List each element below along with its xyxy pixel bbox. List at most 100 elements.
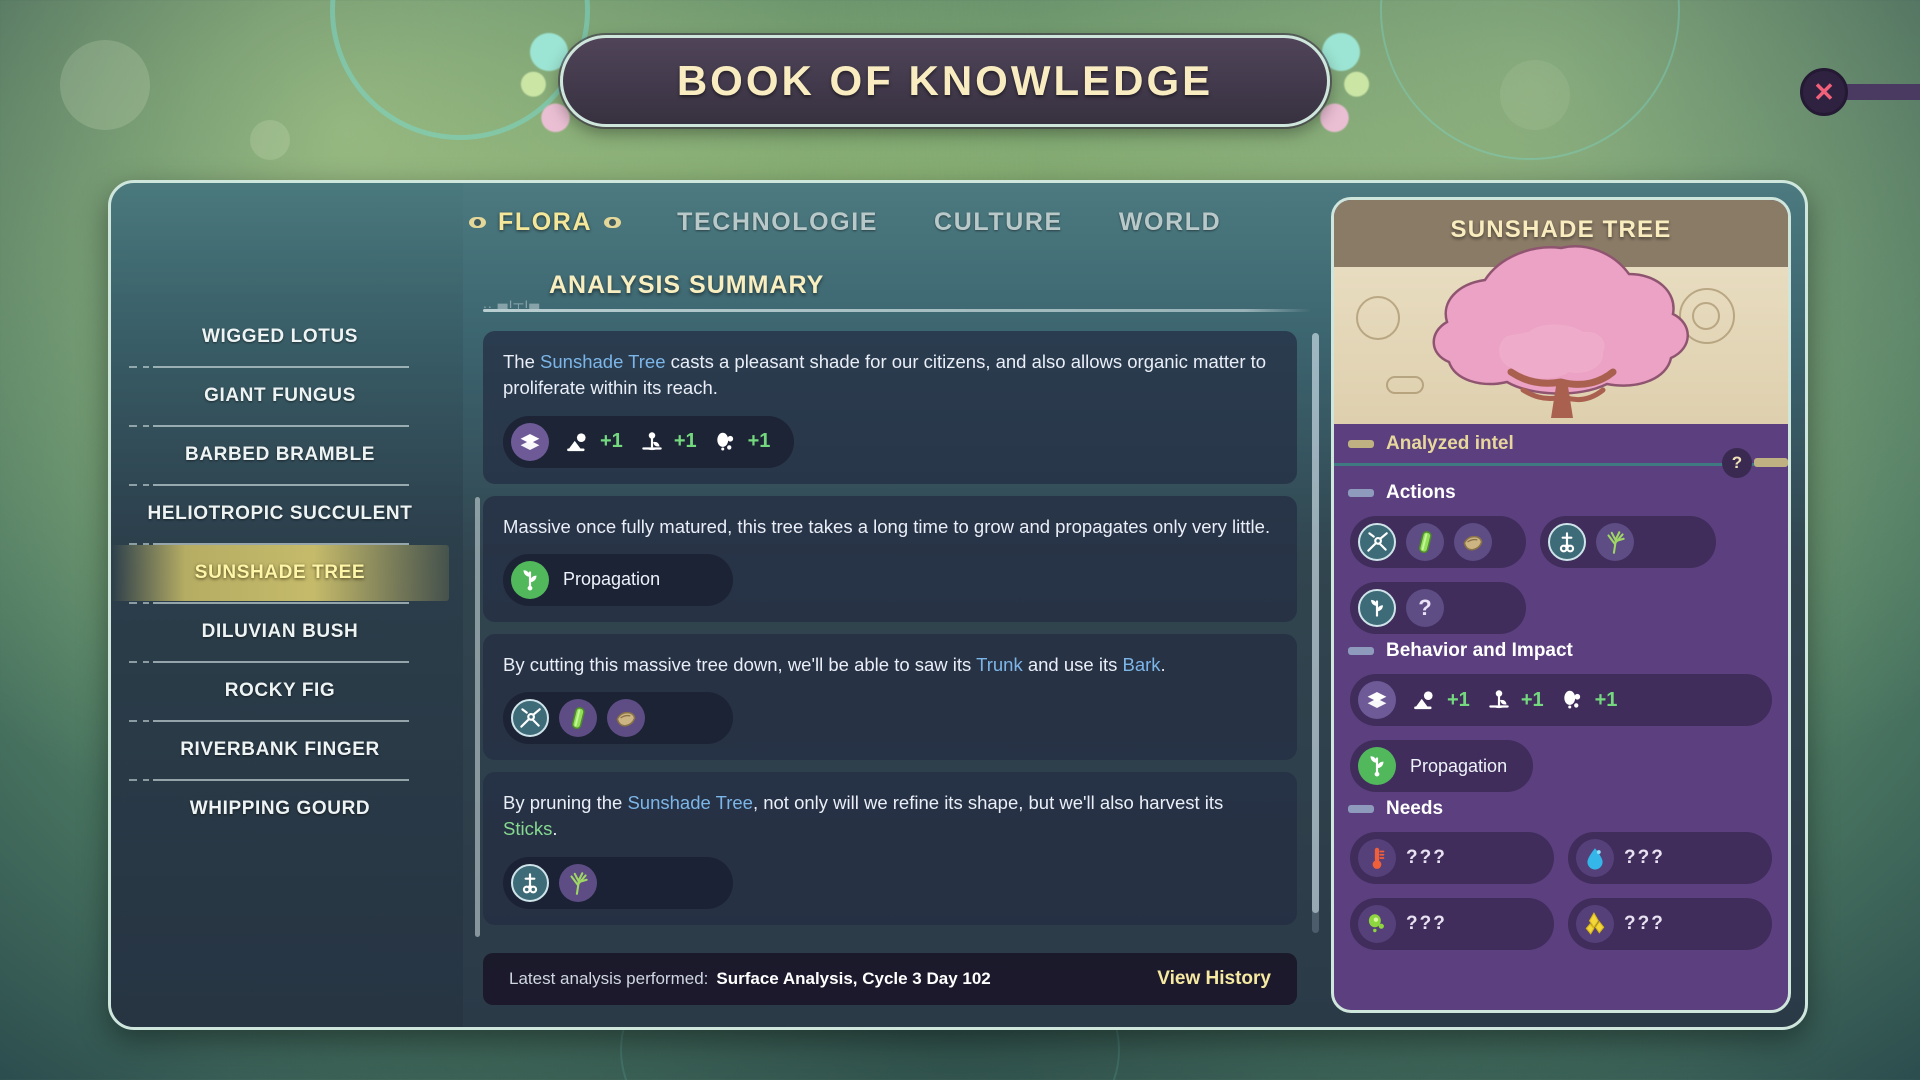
bg-blob <box>1500 60 1570 130</box>
shade-diamond-icon <box>1358 681 1396 719</box>
propagation-icon <box>1358 747 1396 785</box>
analysis-card: The Sunshade Tree casts a pleasant shade… <box>483 331 1297 484</box>
parchment-doodle <box>1356 296 1400 340</box>
panel-header: ANALYSIS SUMMARY .. ▄ı┬ı▄ <box>463 261 1331 317</box>
stat-comfort-icon: +1 <box>1406 681 1470 719</box>
sidebar-item-riverbank-finger[interactable]: RIVERBANK FINGER <box>111 722 449 778</box>
stat-microbe-icon: +1 <box>1554 681 1618 719</box>
sidebar-item-wigged-lotus[interactable]: WIGGED LOTUS <box>111 309 449 365</box>
card-text: By cutting this massive tree down, we'll… <box>503 653 1166 675</box>
close-x-icon[interactable]: ✕ <box>1800 68 1848 116</box>
impact-rows: +1 +1 +1 Propagation <box>1334 662 1788 792</box>
section-header: Needs <box>1334 798 1788 820</box>
section-dash <box>1348 489 1374 497</box>
close-tail-bar <box>1840 84 1920 100</box>
sidebar-item-label: GIANT FUNGUS <box>204 385 356 406</box>
stat-microbe-icon: +1 <box>707 423 771 461</box>
microbe-icon <box>707 423 745 461</box>
sidebar-item-diluvian-bush[interactable]: DILUVIAN BUSH <box>111 604 449 660</box>
scrollbar-thumb[interactable] <box>1312 333 1319 913</box>
analysis-card: By cutting this massive tree down, we'll… <box>483 633 1297 761</box>
water-icon <box>1576 839 1614 877</box>
footer-value: Surface Analysis, Cycle 3 Day 102 <box>716 969 991 988</box>
section-behavior-and-impact: Behavior and Impact +1 +1 +1 Propagation <box>1334 640 1788 792</box>
card-chip-row <box>503 856 733 909</box>
tab-technologie[interactable]: TECHNOLOGIE <box>677 208 878 237</box>
tab-culture[interactable]: CULTURE <box>934 208 1063 237</box>
stat-value: +1 <box>1594 688 1618 711</box>
header-divider <box>483 309 1311 312</box>
nav-tabs: FLORA TECHNOLOGIE CULTURE WORLD <box>463 183 1331 261</box>
propagation-sprout-icon <box>1358 589 1396 627</box>
prune-scissors-icon <box>1548 523 1586 561</box>
prune-scissors-icon <box>511 863 549 902</box>
stat-value: +1 <box>673 430 697 453</box>
tab-flora[interactable]: FLORA <box>469 208 622 237</box>
card-text: The Sunshade Tree casts a pleasant shade… <box>503 351 1267 399</box>
stat-organic-growth-icon: +1 <box>633 423 697 461</box>
help-question-icon[interactable]: ? <box>1722 448 1752 478</box>
sidebar-item-sunshade-tree[interactable]: SUNSHADE TREE <box>111 545 449 601</box>
section-title: Needs <box>1386 798 1444 819</box>
need-value: ??? <box>1624 913 1665 934</box>
impact-pill: +1 +1 +1 <box>1350 674 1772 726</box>
sticks-icon <box>559 863 597 902</box>
tab-world[interactable]: WORLD <box>1119 208 1221 237</box>
sidebar-list: WIGGED LOTUS GIANT FUNGUS BARBED BRAMBLE HE… <box>111 309 449 837</box>
book-window: WIGGED LOTUS GIANT FUNGUS BARBED BRAMBLE HE… <box>108 180 1808 1030</box>
need-pill: ??? <box>1568 898 1772 950</box>
sidebar-item-rocky-fig[interactable]: ROCKY FIG <box>111 663 449 719</box>
bark-icon <box>607 699 645 738</box>
comfort-icon <box>559 423 597 461</box>
action-pill[interactable] <box>1350 516 1526 568</box>
species-name: SUNSHADE TREE <box>1450 216 1672 243</box>
organic-matter-icon <box>1358 905 1396 943</box>
need-pill: ??? <box>1350 898 1554 950</box>
sidebar-item-barbed-bramble[interactable]: BARBED BRAMBLE <box>111 427 449 483</box>
bark-icon <box>1454 523 1492 561</box>
card-chip-row <box>503 692 733 745</box>
action-pill[interactable]: ? <box>1350 582 1526 634</box>
sidebar-item-label: BARBED BRAMBLE <box>185 444 375 465</box>
detail-panel: SUNSHADE TREE Analyzed intel ? Actions? B… <box>1331 197 1791 1013</box>
cut-down-icon <box>1358 523 1396 561</box>
bg-blob <box>60 40 150 130</box>
sidebar-item-label: HELIOTROPIC SUCCULENT <box>147 503 413 524</box>
stat-value: +1 <box>747 430 771 453</box>
eye-icon <box>604 214 622 231</box>
eye-icon <box>469 214 486 231</box>
sidebar-item-label: RIVERBANK FINGER <box>180 739 380 760</box>
organic-growth-icon <box>1480 681 1518 719</box>
title-banner: BOOK OF KNOWLEDGE <box>497 17 1393 157</box>
scrolled-content-sliver: .. ▄ı┬ı▄ <box>483 295 541 309</box>
sidebar-item-whipping-gourd[interactable]: WHIPPING GOURD <box>111 781 449 837</box>
sidebar-item-label: WIGGED LOTUS <box>201 326 359 347</box>
analysis-cards: The Sunshade Tree casts a pleasant shade… <box>463 317 1331 953</box>
minerals-icon <box>1576 905 1614 943</box>
view-history-button[interactable]: View History <box>1157 968 1271 990</box>
section-title: Actions <box>1386 482 1456 503</box>
sidebar-item-giant-fungus[interactable]: GIANT FUNGUS <box>111 368 449 424</box>
card-list: The Sunshade Tree casts a pleasant shade… <box>483 331 1297 925</box>
need-pill: ??? <box>1568 832 1772 884</box>
unknown-question-icon: ? <box>1406 589 1444 627</box>
need-value: ??? <box>1624 847 1665 868</box>
trunk-log-icon <box>559 699 597 738</box>
temperature-icon <box>1358 839 1396 877</box>
close-control[interactable]: ✕ <box>1800 68 1920 116</box>
section-needs: Needs???????????? <box>1334 798 1788 950</box>
chip-label: Propagation <box>563 569 661 590</box>
sidebar-item-heliotropic-succulent[interactable]: HELIOTROPIC SUCCULENT <box>111 486 449 542</box>
title-bar: BOOK OF KNOWLEDGE <box>560 35 1330 127</box>
sidebar: WIGGED LOTUS GIANT FUNGUS BARBED BRAMBLE HE… <box>111 183 463 1027</box>
needs-rows: ???????????? <box>1334 820 1788 950</box>
action-rows: ? <box>1334 504 1788 634</box>
analysis-card: Massive once fully matured, this tree ta… <box>483 495 1297 622</box>
stat-value: +1 <box>1520 688 1544 711</box>
stat-comfort-icon: +1 <box>559 423 623 461</box>
analyzed-intel-bar: Analyzed intel ? <box>1334 424 1788 478</box>
action-pill[interactable] <box>1540 516 1716 568</box>
section-dash <box>1348 439 1374 448</box>
sunshade-tree-illustration <box>1432 245 1689 418</box>
sidebar-item-label: WHIPPING GOURD <box>189 798 371 819</box>
